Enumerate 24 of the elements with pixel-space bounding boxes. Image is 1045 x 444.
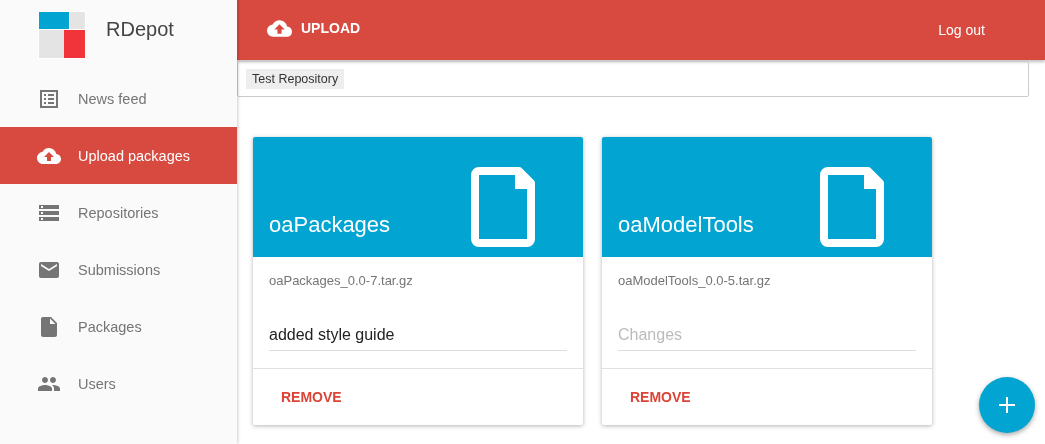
file-icon <box>471 167 535 248</box>
sidebar-item[interactable]: Users <box>0 355 237 412</box>
file-icon <box>820 167 884 248</box>
logo-icon <box>38 11 86 59</box>
add-button[interactable] <box>979 377 1035 433</box>
sidebar-item[interactable]: Packages <box>0 298 237 355</box>
package-name: oaPackages <box>269 212 391 239</box>
repository-chip[interactable]: Test Repository <box>246 69 345 89</box>
repository-field[interactable]: Test Repository <box>237 61 1029 97</box>
remove-button[interactable]: REMOVE <box>265 383 358 411</box>
sidebar-item[interactable]: News feed <box>0 70 237 127</box>
logout-link[interactable]: Log out <box>938 22 985 38</box>
sidebar-item[interactable]: Submissions <box>0 241 237 298</box>
page-title: UPLOAD <box>301 20 361 36</box>
file-name: oaPackages_0.0-7.tar.gz <box>269 273 414 289</box>
package-name: oaModelTools <box>618 212 754 239</box>
sidebar-item[interactable]: Upload packages <box>0 127 237 184</box>
changes-field[interactable]: added style guide <box>269 326 567 352</box>
sidebar-item[interactable]: Repositories <box>0 184 237 241</box>
file-name: oaModelTools_0.0-5.tar.gz <box>618 273 772 289</box>
add-icon <box>998 396 1016 414</box>
remove-button[interactable]: REMOVE <box>614 383 707 411</box>
app-name: RDepot <box>106 17 174 41</box>
changes-field[interactable]: Changes <box>618 326 916 352</box>
